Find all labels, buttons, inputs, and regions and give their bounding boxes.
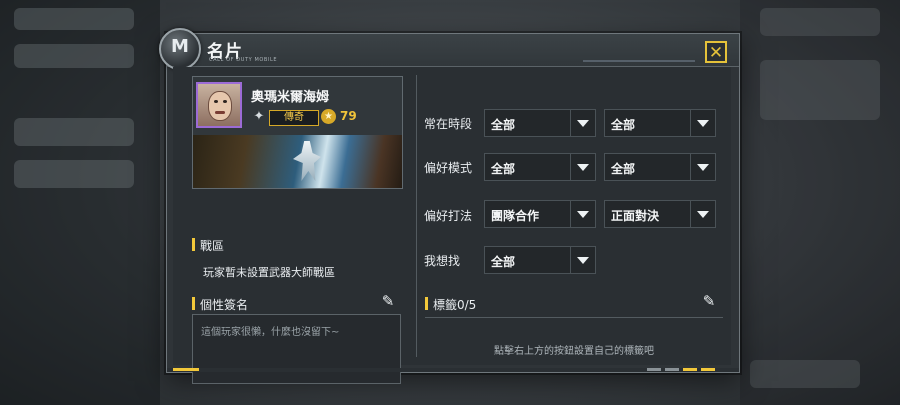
strip-segment <box>647 368 661 371</box>
chevron-down-icon <box>697 211 709 218</box>
dropdown-value: 全部 <box>611 162 636 176</box>
pref-label-playstyle: 偏好打法 <box>424 209 473 223</box>
avatar-mouth <box>215 111 225 114</box>
background-tile <box>14 160 134 188</box>
player-name: 奧瑪米爾海姆 <box>251 90 330 105</box>
chevron-down-icon <box>577 257 589 264</box>
signature-box[interactable]: 這個玩家很懶，什麼也沒留下~ <box>192 314 401 384</box>
chevron-down-icon <box>577 164 589 171</box>
pencil-icon: ✎ <box>381 292 395 310</box>
dropdown-value: 全部 <box>491 162 516 176</box>
zone-heading: 戰區 <box>200 239 225 253</box>
strip-segment <box>701 368 715 371</box>
strip-accent <box>173 368 199 371</box>
playstyle-dropdown-1[interactable]: 團隊合作 <box>484 200 596 228</box>
dialog-subtitle: CALL OF DUTY MOBILE <box>209 57 278 63</box>
player-profile-card[interactable]: 奧瑪米爾海姆 ✦ 傳奇 ★ 79 <box>192 76 403 189</box>
titlebar-divider <box>583 60 695 62</box>
pref-label-mode: 偏好模式 <box>424 161 473 175</box>
zone-text: 玩家暫未設置武器大師戰區 <box>203 266 335 279</box>
background-tile <box>14 44 134 68</box>
section-accent-bar <box>192 297 195 310</box>
looking-for-dropdown[interactable]: 全部 <box>484 246 596 274</box>
column-divider <box>416 75 417 357</box>
avatar[interactable] <box>196 82 242 128</box>
dropdown-separator <box>690 110 691 136</box>
dropdown-separator <box>570 247 571 273</box>
close-icon: ✕ <box>708 43 724 63</box>
background-tile <box>14 8 134 30</box>
dropdown-separator <box>570 110 571 136</box>
playstyle-dropdown-2[interactable]: 正面對決 <box>604 200 716 228</box>
background-tile <box>14 118 134 146</box>
rank-badge: 傳奇 <box>269 110 319 126</box>
mecha-artwork <box>293 141 321 181</box>
edit-tags-button[interactable]: ✎ <box>700 292 718 310</box>
active-time-dropdown-2[interactable]: 全部 <box>604 109 716 137</box>
background-right-panel <box>740 0 900 405</box>
strip-segment <box>683 368 697 371</box>
chevron-down-icon <box>577 120 589 127</box>
chevron-down-icon <box>577 211 589 218</box>
player-level: 79 <box>340 109 357 123</box>
chevron-down-icon <box>697 164 709 171</box>
dropdown-value: 團隊合作 <box>491 209 540 223</box>
business-card-dialog: M 名片 CALL OF DUTY MOBILE ✕ 奧瑪米爾海姆 ✦ 傳奇 ★… <box>159 28 740 384</box>
dialog-bottom-strip <box>167 368 739 372</box>
dialog-titlebar: M 名片 CALL OF DUTY MOBILE ✕ <box>159 28 739 70</box>
tags-divider <box>425 317 723 318</box>
strip-segment <box>665 368 679 371</box>
avatar-eye <box>223 100 227 103</box>
mode-dropdown-2[interactable]: 全部 <box>604 153 716 181</box>
active-time-dropdown-1[interactable]: 全部 <box>484 109 596 137</box>
dropdown-separator <box>690 154 691 180</box>
avatar-face <box>208 91 232 121</box>
cod-logo-icon: M <box>159 28 201 70</box>
tags-heading: 標籤0/5 <box>433 298 477 312</box>
edit-signature-button[interactable]: ✎ <box>379 292 397 310</box>
dropdown-separator <box>690 201 691 227</box>
dropdown-value: 全部 <box>611 118 636 132</box>
pref-label-looking-for: 我想找 <box>424 254 461 268</box>
dropdown-value: 全部 <box>491 118 516 132</box>
section-accent-bar <box>192 238 195 251</box>
dropdown-value: 全部 <box>491 255 516 269</box>
star-icon: ★ <box>321 109 336 124</box>
calling-card-banner <box>193 135 402 188</box>
section-accent-bar <box>425 297 428 310</box>
close-button[interactable]: ✕ <box>705 41 727 63</box>
dropdown-value: 正面對決 <box>611 209 660 223</box>
chevron-down-icon <box>697 120 709 127</box>
avatar-eye <box>214 100 218 103</box>
dialog-body: 奧瑪米爾海姆 ✦ 傳奇 ★ 79 戰區 玩家暫未設置武器大師戰區 個性簽名 ✎ … <box>173 67 731 384</box>
signature-heading: 個性簽名 <box>200 298 249 312</box>
rank-emblem-icon: ✦ <box>253 109 265 124</box>
dropdown-separator <box>570 201 571 227</box>
mode-dropdown-1[interactable]: 全部 <box>484 153 596 181</box>
pencil-icon: ✎ <box>702 292 716 310</box>
tags-empty-hint: 點擊右上方的按鈕設置自己的標籤吧 <box>494 346 654 357</box>
dropdown-separator <box>570 154 571 180</box>
signature-text: 這個玩家很懶，什麼也沒留下~ <box>201 327 340 338</box>
pref-label-active-time: 常在時段 <box>424 117 473 131</box>
